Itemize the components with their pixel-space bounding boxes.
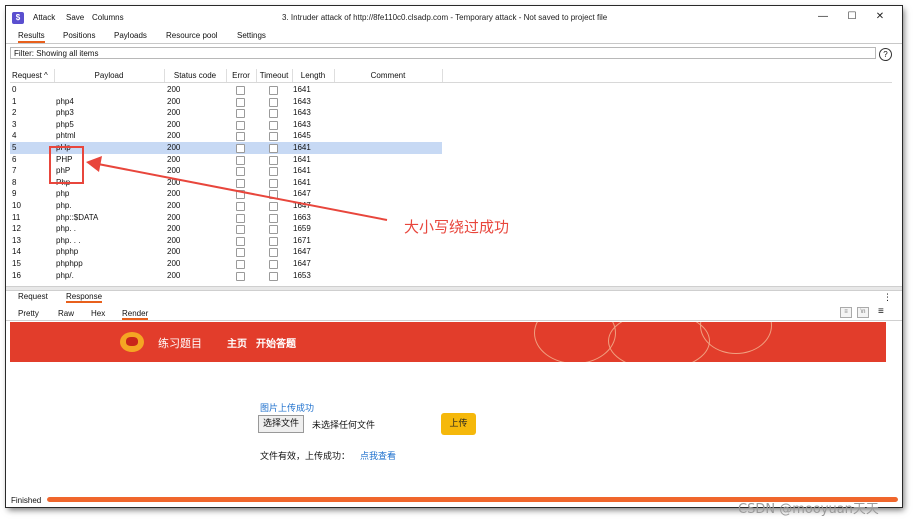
status-text: Finished <box>11 496 42 505</box>
newline-toggle-icon[interactable]: \n <box>857 307 869 318</box>
tab-request[interactable]: Request <box>18 292 48 301</box>
lantern-icon <box>608 322 710 362</box>
lion-face-icon <box>126 337 138 346</box>
tab-response[interactable]: Response <box>66 292 103 303</box>
arrow-shaft <box>97 163 388 221</box>
nav-start-quiz[interactable]: 开始答题 <box>256 335 296 350</box>
lantern-icon <box>534 322 616 362</box>
annotation-text: 大小写绕过成功 <box>404 218 510 236</box>
choose-file-button[interactable]: 选择文件 <box>258 415 305 433</box>
lantern-icon <box>700 322 772 354</box>
nav-home[interactable]: 主页 <box>227 335 247 350</box>
tab-pretty[interactable]: Pretty <box>18 309 39 318</box>
kebab-icon[interactable]: ⋮ <box>883 292 892 303</box>
tab-hex[interactable]: Hex <box>91 309 105 318</box>
site-title: 练习题目 <box>158 337 202 350</box>
render-view: 练习题目 主页 开始答题 图片上传成功 选择文件 未选择任何文件 上传 文件有效… <box>10 322 886 494</box>
hamburger-icon[interactable]: ≡ <box>878 306 884 317</box>
arrow-head <box>86 156 102 172</box>
burp-intruder-window: $ Attack Save Columns 3. Intruder attack… <box>6 6 902 507</box>
view-tabs: Pretty Raw Hex Render <box>6 306 902 321</box>
tab-render[interactable]: Render <box>122 309 149 320</box>
upload-success-title: 图片上传成功 <box>260 404 315 414</box>
wrap-toggle-icon[interactable]: ≡ <box>840 307 852 318</box>
csdn-watermark: CSDN @mooyuan天天 <box>738 502 879 517</box>
upload-button[interactable]: 上传 <box>441 413 476 435</box>
no-file-text: 未选择任何文件 <box>312 421 376 431</box>
site-banner: 练习题目 主页 开始答题 <box>10 322 886 362</box>
upload-result-text: 文件有效，上传成功： <box>260 452 351 462</box>
message-tabs: Request Response <box>6 291 902 304</box>
tab-raw[interactable]: Raw <box>58 309 74 318</box>
view-file-link[interactable]: 点我查看 <box>360 449 396 462</box>
